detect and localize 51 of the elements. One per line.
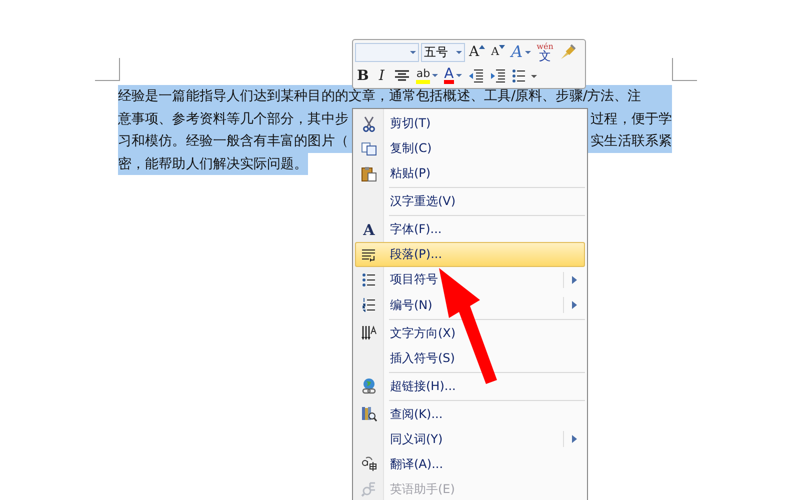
menu-item[interactable]: 文字方向(X) xyxy=(355,320,585,346)
menu-item[interactable]: 复制(C) xyxy=(355,136,585,162)
submenu-arrow-icon xyxy=(572,435,576,444)
paintbrush-icon[interactable] xyxy=(559,43,578,62)
font-icon: A xyxy=(363,220,375,239)
down-triangle-icon xyxy=(499,44,506,49)
phonetic-guide-button[interactable]: wén 文 xyxy=(534,42,556,62)
font-size-combo[interactable]: 五号 xyxy=(421,42,465,62)
text-direction-icon xyxy=(361,325,377,342)
paragraph-text: 过程，便于学 xyxy=(590,110,672,129)
italic-button[interactable]: I xyxy=(372,66,390,86)
menu-item[interactable]: 汉字重选(V) xyxy=(355,189,585,214)
paragraph-text: 意事项、参考资料等几个部分，其中步 xyxy=(118,110,348,129)
bullet-list-icon xyxy=(362,272,376,287)
magnifier-icon xyxy=(361,481,377,498)
up-triangle-icon xyxy=(479,44,486,49)
scissors-icon xyxy=(362,116,376,132)
shrink-font-button[interactable]: A xyxy=(489,42,508,62)
highlight-button[interactable]: ab xyxy=(414,66,440,86)
menu-item[interactable]: 翻译(A)... xyxy=(355,452,585,477)
grow-font-button[interactable]: A xyxy=(467,42,488,62)
translate-icon xyxy=(361,456,377,472)
menu-item[interactable]: 超链接(H)... xyxy=(355,374,585,399)
menu-item[interactable]: 粘贴(P) xyxy=(355,161,585,186)
margin-mark xyxy=(95,58,120,81)
paragraph-text: 习和模仿。经验一般含有丰富的图片（ xyxy=(118,132,348,152)
decrease-indent-icon[interactable] xyxy=(468,68,484,83)
books-magnifier-icon xyxy=(361,406,377,422)
paragraph-text: 实生活联系紧 xyxy=(590,132,672,152)
menu-item[interactable]: 段落(P)... xyxy=(355,242,585,268)
clipboard-icon xyxy=(361,166,377,182)
menu-item[interactable]: 查阅(K)... xyxy=(355,402,585,427)
menu-item[interactable]: A 字体(F)... xyxy=(355,217,585,242)
styles-button[interactable]: A xyxy=(509,42,533,62)
submenu-arrow-icon xyxy=(572,301,576,310)
menu-item[interactable]: 同义词(Y) xyxy=(355,426,585,452)
menu-item[interactable]: 剪切(T) xyxy=(355,111,585,136)
globe-link-icon xyxy=(361,378,377,394)
center-align-icon[interactable] xyxy=(394,68,410,83)
bold-button[interactable]: B xyxy=(355,66,371,86)
copy-icon xyxy=(361,142,377,156)
submenu-arrow-icon xyxy=(572,276,576,284)
paragraph-icon xyxy=(361,248,377,262)
paragraph-text: 经验是一篇能指导人们达到某种目的的文章，通常包括概述、工具/原料、步骤/方法、注 xyxy=(118,87,642,106)
numbered-list-icon xyxy=(362,298,376,312)
paragraph-text: 密，能帮助人们解决实际问题。 xyxy=(118,154,308,174)
margin-mark xyxy=(672,58,697,81)
bullet-list-icon[interactable] xyxy=(512,68,538,83)
font-color-button[interactable]: A xyxy=(442,66,464,86)
menu-item[interactable]: 插入符号(S) xyxy=(355,346,585,371)
increase-indent-icon[interactable] xyxy=(490,68,506,83)
